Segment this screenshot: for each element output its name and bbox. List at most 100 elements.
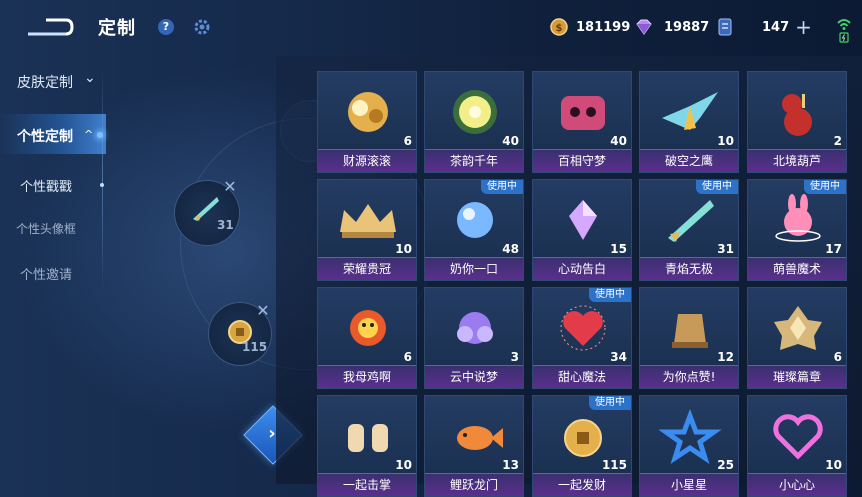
chevron-down-icon: ⌄ bbox=[84, 70, 96, 86]
item-card[interactable]: 10 荣耀贵冠 bbox=[317, 179, 417, 281]
item-count: 3 bbox=[510, 350, 519, 364]
item-card[interactable]: 6 我母鸡啊 bbox=[317, 287, 417, 389]
item-name: 破空之鹰 bbox=[640, 149, 738, 172]
item-name: 荣耀贵冠 bbox=[318, 257, 416, 280]
item-name: 云中说梦 bbox=[425, 365, 523, 388]
gear-icon[interactable] bbox=[194, 19, 210, 35]
nav-personal-custom-label: 个性定制 bbox=[17, 129, 73, 145]
in-use-badge: 使用中 bbox=[481, 180, 523, 194]
nav-invitation-label: 个性邀请 bbox=[20, 268, 73, 283]
item-name: 财源滚滚 bbox=[318, 149, 416, 172]
remove-slot-2-icon[interactable]: ✕ bbox=[256, 303, 270, 319]
item-count: 48 bbox=[502, 242, 519, 256]
item-name: 北境葫芦 bbox=[748, 149, 846, 172]
item-count: 12 bbox=[717, 350, 734, 364]
lotus-emblem-icon bbox=[774, 306, 822, 350]
item-card[interactable]: 使用中 34 甜心魔法 bbox=[532, 287, 632, 389]
item-count: 10 bbox=[717, 134, 734, 148]
back-arrow-icon[interactable] bbox=[26, 14, 74, 40]
gold-amount: 181199 bbox=[576, 19, 631, 35]
item-count: 10 bbox=[395, 458, 412, 472]
item-card[interactable]: 13 鲤跃龙门 bbox=[424, 395, 524, 497]
remove-slot-1-icon[interactable]: ✕ bbox=[223, 179, 237, 195]
item-name: 奶你一口 bbox=[425, 257, 523, 280]
item-card[interactable]: 6 财源滚滚 bbox=[317, 71, 417, 173]
item-count: 40 bbox=[610, 134, 627, 148]
item-name: 小心心 bbox=[748, 473, 846, 496]
item-card[interactable]: 使用中 17 萌兽魔术 bbox=[747, 179, 847, 281]
nav-skin-custom-label: 皮肤定制 bbox=[17, 75, 73, 91]
item-count: 6 bbox=[403, 350, 412, 364]
item-count: 17 bbox=[825, 242, 842, 256]
nav-divider bbox=[102, 66, 103, 294]
item-card[interactable]: 40 百相守梦 bbox=[532, 71, 632, 173]
chicken-icon bbox=[350, 310, 386, 346]
item-name: 萌兽魔术 bbox=[748, 257, 846, 280]
item-card[interactable]: 10 小心心 bbox=[747, 395, 847, 497]
item-count: 6 bbox=[833, 350, 842, 364]
item-card[interactable]: 使用中 48 奶你一口 bbox=[424, 179, 524, 281]
item-name: 鲤跃龙门 bbox=[425, 473, 523, 496]
item-count: 34 bbox=[610, 350, 627, 364]
item-name: 为你点赞! bbox=[640, 365, 738, 388]
item-name: 一起发财 bbox=[533, 473, 631, 496]
item-count: 6 bbox=[403, 134, 412, 148]
item-name: 茶韵千年 bbox=[425, 149, 523, 172]
item-count: 10 bbox=[825, 458, 842, 472]
item-card[interactable]: 12 为你点赞! bbox=[639, 287, 739, 389]
item-count: 115 bbox=[601, 458, 627, 472]
item-count: 13 bbox=[502, 458, 519, 472]
item-count: 15 bbox=[610, 242, 627, 256]
money-roll-icon bbox=[348, 92, 388, 132]
gold-currency: $ 181199 bbox=[550, 17, 630, 37]
item-name: 心动告白 bbox=[533, 257, 631, 280]
gold-coin-icon: $ bbox=[550, 18, 568, 36]
item-count: 25 bbox=[717, 458, 734, 472]
item-card[interactable]: 3 云中说梦 bbox=[424, 287, 524, 389]
item-name: 甜心魔法 bbox=[533, 365, 631, 388]
item-card[interactable]: 25 小星星 bbox=[639, 395, 739, 497]
diamond-currency: 19887 bbox=[634, 17, 709, 37]
wifi-signal-icon bbox=[837, 19, 851, 43]
item-card[interactable]: 10 破空之鹰 bbox=[639, 71, 739, 173]
in-use-badge: 使用中 bbox=[589, 396, 631, 410]
top-bar: 定制 ? $ 181199 19887 147 + bbox=[0, 0, 862, 56]
ticket-icon bbox=[718, 18, 732, 36]
in-use-badge: 使用中 bbox=[804, 180, 846, 194]
item-name: 青焰无极 bbox=[640, 257, 738, 280]
ticket-amount: 147 bbox=[762, 19, 790, 35]
equipped-slot-2-count: 115 bbox=[242, 340, 268, 354]
diamond-amount: 19887 bbox=[664, 19, 710, 35]
nav-personal-poke-label: 个性戳戳 bbox=[20, 180, 73, 195]
item-card[interactable]: 15 心动告白 bbox=[532, 179, 632, 281]
item-name: 小星星 bbox=[640, 473, 738, 496]
help-icon[interactable]: ? bbox=[158, 19, 174, 35]
item-name: 百相守梦 bbox=[533, 149, 631, 172]
page-title: 定制 bbox=[98, 18, 136, 39]
svg-text:$: $ bbox=[556, 23, 563, 34]
add-ticket-button[interactable]: + bbox=[795, 17, 812, 37]
item-count: 40 bbox=[502, 134, 519, 148]
item-count: 31 bbox=[717, 242, 734, 256]
diamond-icon bbox=[636, 19, 652, 35]
nav-avatar-frame-label: 个性头像框 bbox=[16, 222, 77, 236]
active-dot-icon bbox=[97, 132, 103, 138]
item-card[interactable]: 6 璀璨篇章 bbox=[747, 287, 847, 389]
cloud-dream-icon bbox=[457, 312, 493, 344]
in-use-badge: 使用中 bbox=[589, 288, 631, 302]
chevron-up-icon: ^ bbox=[84, 128, 94, 141]
item-card[interactable]: 使用中 31 青焰无极 bbox=[639, 179, 739, 281]
item-name: 璀璨篇章 bbox=[748, 365, 846, 388]
item-name: 一起击掌 bbox=[318, 473, 416, 496]
gourd-icon bbox=[782, 94, 812, 136]
item-card[interactable]: 2 北境葫芦 bbox=[747, 71, 847, 173]
item-card[interactable]: 10 一起击掌 bbox=[317, 395, 417, 497]
item-card[interactable]: 40 茶韵千年 bbox=[424, 71, 524, 173]
item-card[interactable]: 使用中 115 一起发财 bbox=[532, 395, 632, 497]
ticket-currency: 147 + bbox=[718, 17, 812, 37]
equipped-slot-1-count: 31 bbox=[217, 218, 234, 232]
in-use-badge: 使用中 bbox=[696, 180, 738, 194]
item-name: 我母鸡啊 bbox=[318, 365, 416, 388]
item-count: 2 bbox=[833, 134, 842, 148]
nav-dot-icon bbox=[100, 183, 104, 187]
